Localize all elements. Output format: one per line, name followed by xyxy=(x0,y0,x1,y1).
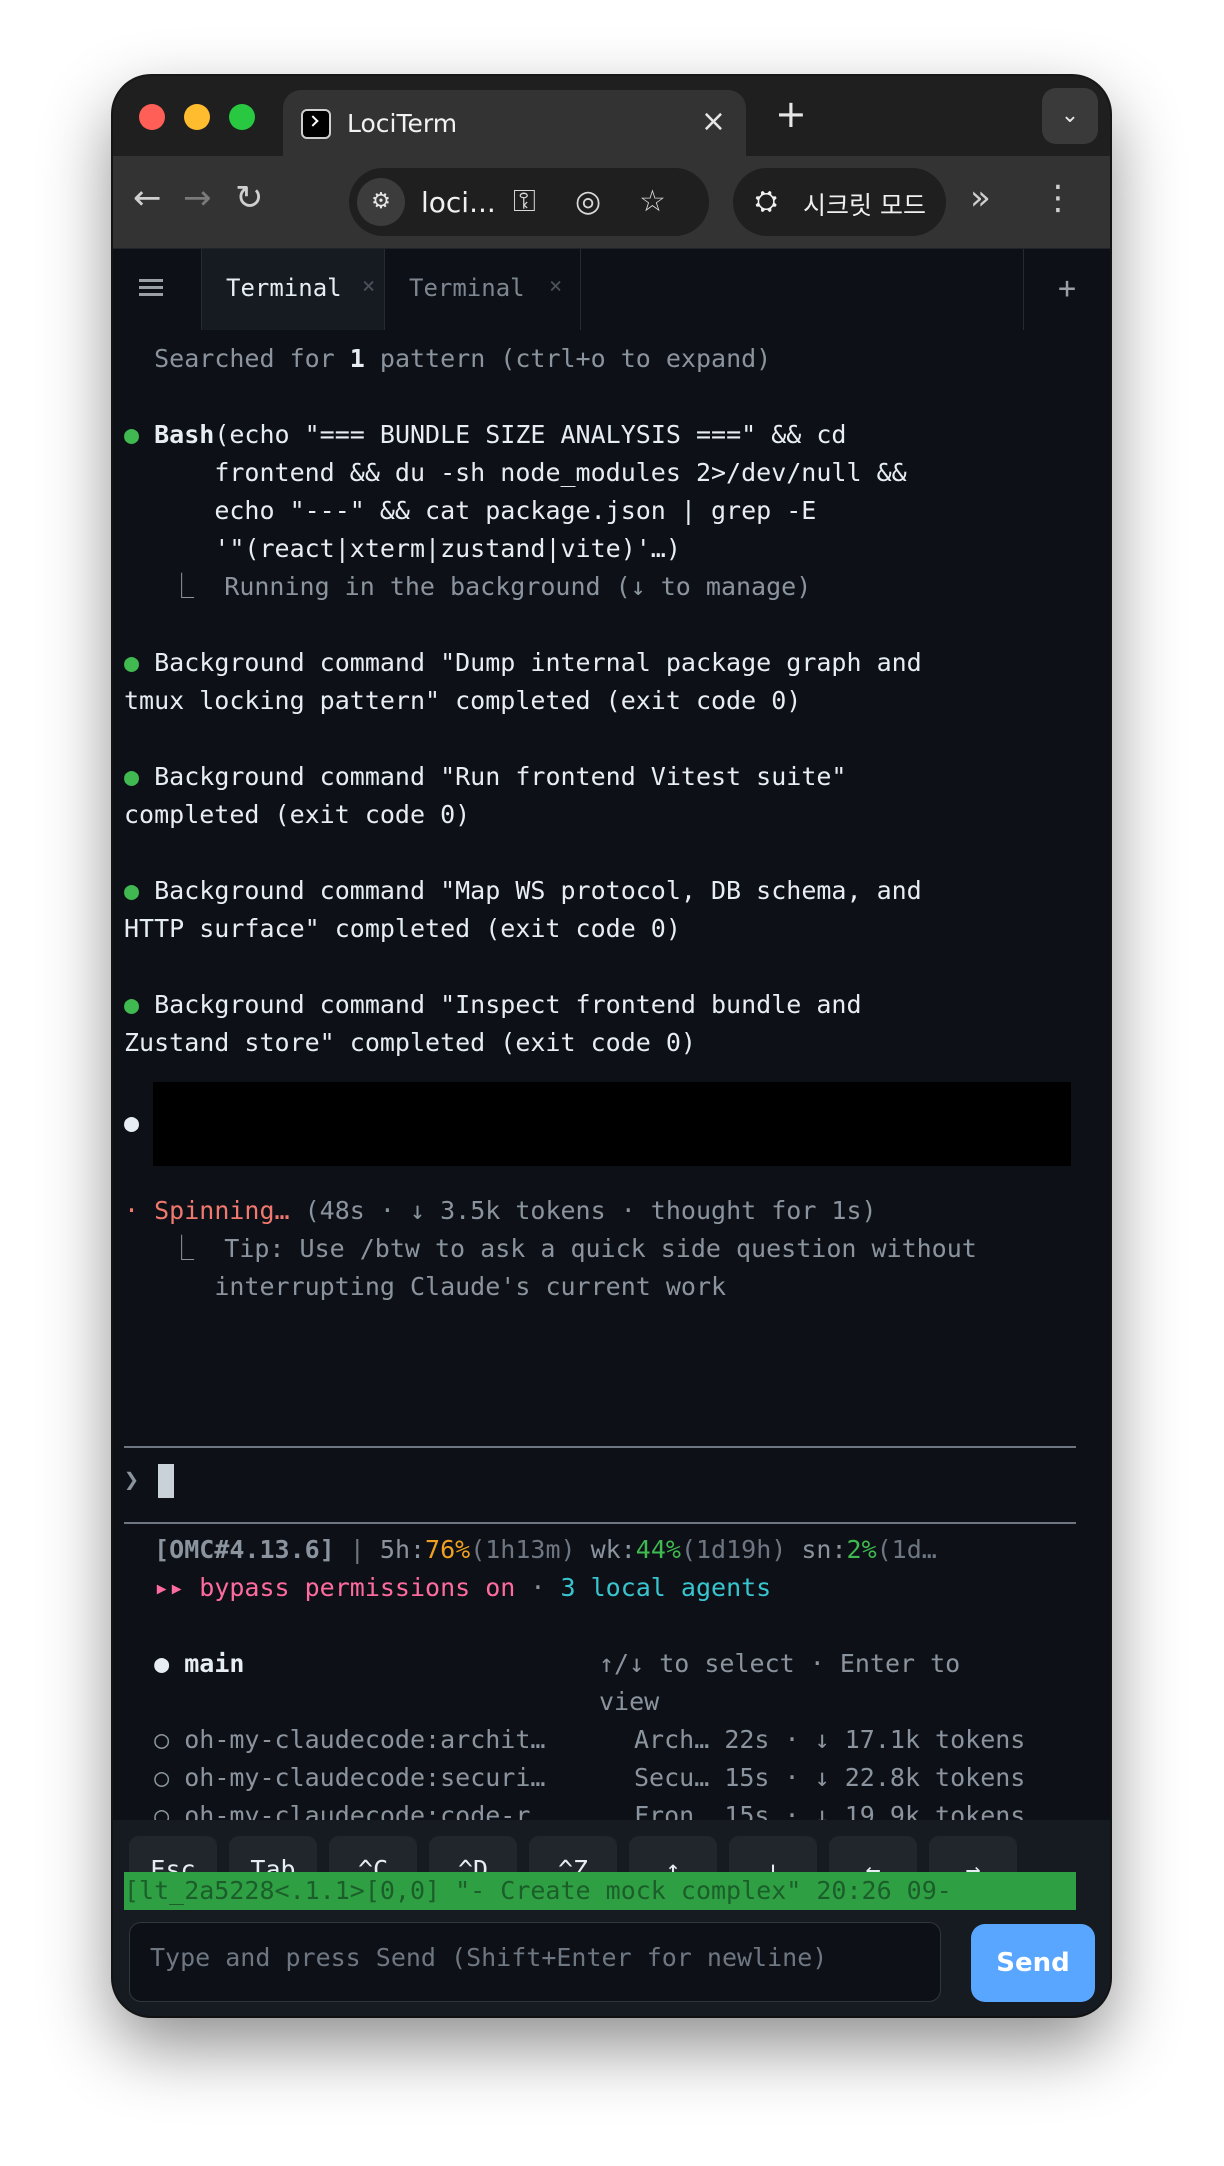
key-icon[interactable]: ⚿ xyxy=(513,184,536,220)
close-tab-icon[interactable]: × xyxy=(701,104,726,139)
select-hint: view xyxy=(599,1687,660,1716)
redacted-block xyxy=(153,1082,1071,1166)
address-bar[interactable]: ⚙ loci... ⚿ ◎ ☆ xyxy=(349,168,709,236)
bash-status-line: ⎿ Running in the background (↓ to manage… xyxy=(124,572,812,601)
tab-label: Terminal xyxy=(409,274,525,302)
spinner-dot-icon: · xyxy=(124,1196,155,1225)
terminal-favicon-icon xyxy=(301,109,331,139)
permissions-line: ▸▸ bypass permissions on · 3 local agent… xyxy=(154,1573,772,1602)
site-settings-icon[interactable]: ⚙ xyxy=(357,178,405,226)
white-bullet-icon: ● xyxy=(124,1108,140,1137)
hamburger-menu-icon[interactable] xyxy=(139,275,163,305)
browser-tab[interactable]: LociTerm × xyxy=(283,90,746,156)
new-tab-icon[interactable]: + xyxy=(775,92,807,136)
prompt-cursor[interactable] xyxy=(158,1464,174,1498)
incognito-icon: ⛭ xyxy=(755,184,778,217)
extensions-chevron-icon[interactable]: » xyxy=(970,178,991,218)
back-arrow-icon[interactable]: ← xyxy=(133,178,162,218)
browser-toolbar: ← → ↻ ⚙ loci... ⚿ ◎ ☆ ⛭ 시크릿 모드 » ⋮ xyxy=(113,156,1110,248)
agent-row[interactable]: ○ oh-my-claudecode:securi… xyxy=(124,1759,545,1797)
bullet-icon: ● xyxy=(124,420,155,449)
agent-row[interactable]: ○ oh-my-claudecode:archit… xyxy=(124,1721,545,1759)
close-window-button[interactable] xyxy=(139,104,165,130)
close-tab-icon[interactable]: × xyxy=(549,274,562,299)
browser-window: LociTerm × + ⌄ ← → ↻ ⚙ loci... ⚿ ◎ ☆ ⛭ 시… xyxy=(113,76,1110,2016)
spinner-line: · Spinning… (48s · ↓ 3.5k tokens · thoug… xyxy=(124,1196,877,1225)
minimize-window-button[interactable] xyxy=(184,104,210,130)
send-button[interactable]: Send xyxy=(971,1924,1095,2002)
searched-line: Searched for 1 pattern (ctrl+o to expand… xyxy=(154,344,772,373)
reload-icon[interactable]: ↻ xyxy=(235,178,264,218)
tip-line: interrupting Claude's current work xyxy=(214,1272,727,1301)
bash-call-line: ● Bash(echo "=== BUNDLE SIZE ANALYSIS ==… xyxy=(124,420,847,449)
background-command-line: ● Background command "Inspect frontend b… xyxy=(124,990,862,1019)
add-tab-icon[interactable]: + xyxy=(1023,249,1110,331)
maximize-window-button[interactable] xyxy=(229,104,255,130)
background-command-line: completed (exit code 0) xyxy=(124,800,471,829)
prompt-divider xyxy=(124,1446,1076,1448)
bullet-icon: ● xyxy=(124,990,155,1019)
terminal-tab-bar: Terminal × Terminal × + xyxy=(113,248,1110,332)
bullet-icon: ● xyxy=(124,762,155,791)
tip-line: ⎿ Tip: Use /btw to ask a quick side ques… xyxy=(124,1234,977,1263)
tab-label: Terminal xyxy=(226,274,342,302)
prompt-divider xyxy=(124,1522,1076,1524)
title-bar: LociTerm × + ⌄ xyxy=(113,76,1110,156)
background-command-line: ● Background command "Run frontend Vites… xyxy=(124,762,847,791)
bullet-icon: ● xyxy=(124,876,155,905)
tab-title: LociTerm xyxy=(347,109,458,138)
eye-slash-icon[interactable]: ◎ xyxy=(575,184,601,220)
bullet-icon: ● xyxy=(124,648,155,677)
select-hint: ↑/↓ to select · Enter to xyxy=(599,1649,961,1678)
background-command-line: tmux locking pattern" completed (exit co… xyxy=(124,686,802,715)
url-text[interactable]: loci... xyxy=(421,186,496,219)
incognito-label: 시크릿 모드 xyxy=(803,191,926,220)
background-command-line: HTTP surface" completed (exit code 0) xyxy=(124,914,681,943)
tab-terminal-1[interactable]: Terminal × xyxy=(201,249,385,331)
tab-search-chevron-icon[interactable]: ⌄ xyxy=(1042,88,1098,144)
command-input[interactable]: Type and press Send (Shift+Enter for new… xyxy=(129,1922,941,2002)
background-command-line: ● Background command "Dump internal pack… xyxy=(124,648,922,677)
close-tab-icon[interactable]: × xyxy=(362,274,375,299)
prompt-chevron-icon: ❯ xyxy=(124,1465,140,1494)
background-command-line: Zustand store" completed (exit code 0) xyxy=(124,1028,696,1057)
agent-stats: Secu… 15s · ↓ 22.8k tokens xyxy=(634,1763,1026,1792)
tab-terminal-2[interactable]: Terminal × xyxy=(385,249,581,331)
bash-call-line: frontend && du -sh node_modules 2>/dev/n… xyxy=(214,458,907,487)
forward-arrow-icon[interactable]: → xyxy=(183,178,212,218)
background-command-line: ● Background command "Map WS protocol, D… xyxy=(124,876,922,905)
bash-call-line: echo "---" && cat package.json | grep -E xyxy=(214,496,817,525)
key-toolbar: Esc Tab ^C ^D ^Z ↑ ↓ ← → Type and press … xyxy=(113,1820,1110,2016)
agent-stats: Arch… 22s · ↓ 17.1k tokens xyxy=(634,1725,1026,1754)
main-agent-row[interactable]: ● main xyxy=(124,1645,244,1683)
incognito-badge[interactable]: ⛭ 시크릿 모드 xyxy=(733,168,946,236)
usage-status-line: [OMC#4.13.6] | 5h:76%(1h13m) wk:44%(1d19… xyxy=(154,1535,937,1564)
bookmark-star-icon[interactable]: ☆ xyxy=(639,184,666,220)
tmux-status-bar: [lt_2a5228<.1.1>[0,0] "- Create mock com… xyxy=(124,1872,1076,1910)
bash-call-line: '"(react|xterm|zustand|vite)'…) xyxy=(214,534,681,563)
menu-kebab-icon[interactable]: ⋮ xyxy=(1041,178,1075,218)
